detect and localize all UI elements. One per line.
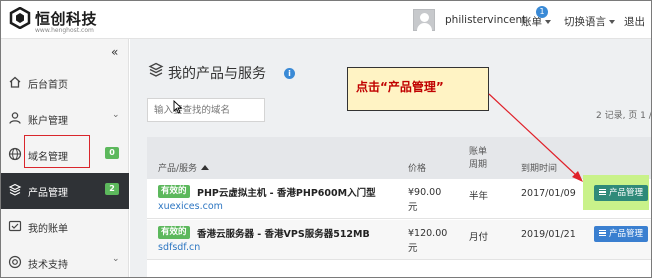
sidebar-item-support[interactable]: 技术支持 ⌄ [1,245,129,277]
billing-cycle: 半年 [469,191,489,202]
brand-name: 恒创科技 [35,10,98,28]
callout-text: 点击“产品管理” [356,80,444,94]
list-icon [599,189,606,195]
language-menu[interactable]: 切换语言 [564,14,615,29]
product-name: PHP云虚拟主机 - 香港PHP600M入门型 [197,188,376,199]
table-row: 有效的 香港云服务器 - 香港VPS服务器512MB sdfsdf.cn ¥12… [147,220,651,260]
product-domain-link[interactable]: sdfsdf.cn [158,242,200,253]
manage-product-button[interactable]: 产品管理 [594,226,649,242]
product-name: 香港云服务器 - 香港VPS服务器512MB [197,229,370,240]
column-due[interactable]: 到期时间 [521,161,557,174]
product-domain-link[interactable]: xuexices.com [158,201,223,212]
chevron-down-icon [545,20,551,24]
list-icon [599,230,606,236]
app-window: 恒创科技 www.henghost.com philistervincent 账… [0,0,652,278]
manage-product-label: 产品管理 [609,188,644,198]
sidebar-item-label: 账户管理 [28,116,68,127]
due-date: 2019/01/21 [521,229,576,240]
products-table: 产品/服务 价格 账单周期 到期时间 有效的 PHP云虚拟主机 - 香港PHP6… [147,137,651,277]
sidebar-item-label: 产品管理 [28,188,68,199]
bill-icon [8,220,22,232]
column-cycle[interactable]: 账单周期 [469,146,495,172]
sidebar-item-home[interactable]: 后台首页 [1,65,129,101]
count-badge: 0 [105,147,119,159]
status-badge: 有效的 [158,185,190,198]
brand-logo[interactable]: 恒创科技 www.henghost.com [9,7,129,35]
records-info: 2 记录, 页 1 / [596,111,652,121]
sidebar-item-products[interactable]: 产品管理 2 [1,173,129,209]
top-bar: 恒创科技 www.henghost.com philistervincent 账… [1,1,651,39]
search-input[interactable] [147,98,265,122]
logout-link[interactable]: 退出 [624,14,645,29]
count-badge: 2 [105,183,119,195]
product-price: ¥120.00 元 [408,228,448,254]
sidebar-item-account[interactable]: 账户管理 ⌄ [1,101,129,137]
instruction-callout: 点击“产品管理” [347,67,489,111]
manage-product-label: 产品管理 [609,229,644,239]
globe-icon [8,147,22,161]
bill-count-badge: 1 [536,6,548,18]
chevron-down-icon: ⌄ [112,254,120,264]
manage-product-button[interactable]: 产品管理 [594,185,649,201]
column-price[interactable]: 价格 [408,161,426,174]
username: philistervincent [445,14,527,26]
brand-tagline: www.henghost.com [35,27,94,34]
status-badge: 有效的 [158,226,190,239]
user-icon [9,112,21,124]
billing-cycle: 月付 [469,232,489,243]
column-label: 产品/服务 [158,164,198,174]
home-icon [9,76,21,88]
sidebar-item-billing[interactable]: 我的账单 [1,209,129,245]
sort-asc-icon [201,165,210,170]
logo-mark-icon [9,7,31,29]
language-label: 切换语言 [564,16,606,28]
sidebar-item-label: 后台首页 [28,80,68,91]
collapse-sidebar-icon[interactable]: « [111,45,118,59]
table-header: 产品/服务 价格 账单周期 到期时间 [147,137,651,179]
product-price: ¥90.00 元 [408,187,442,213]
support-icon [8,255,22,269]
cubes-icon [8,183,22,196]
page-title: 我的产品与服务 [168,66,266,82]
highlight-box: 产品管理 [583,175,649,210]
info-icon[interactable]: i [284,68,295,79]
annotation-box [24,135,90,168]
column-product[interactable]: 产品/服务 [158,161,210,174]
sidebar-item-label: 我的账单 [28,224,68,235]
sidebar-item-label: 技术支持 [28,260,68,271]
due-date: 2017/01/09 [521,188,576,199]
mouse-cursor-icon [173,100,183,114]
bill-menu[interactable]: 账单 [521,14,551,29]
chevron-down-icon: ⌄ [112,110,120,120]
chevron-down-icon [609,20,615,24]
bill-label: 账单 [521,16,542,28]
table-row: 有效的 PHP云虚拟主机 - 香港PHP600M入门型 xuexices.com… [147,179,651,219]
avatar [413,9,435,31]
cubes-icon [148,62,164,77]
